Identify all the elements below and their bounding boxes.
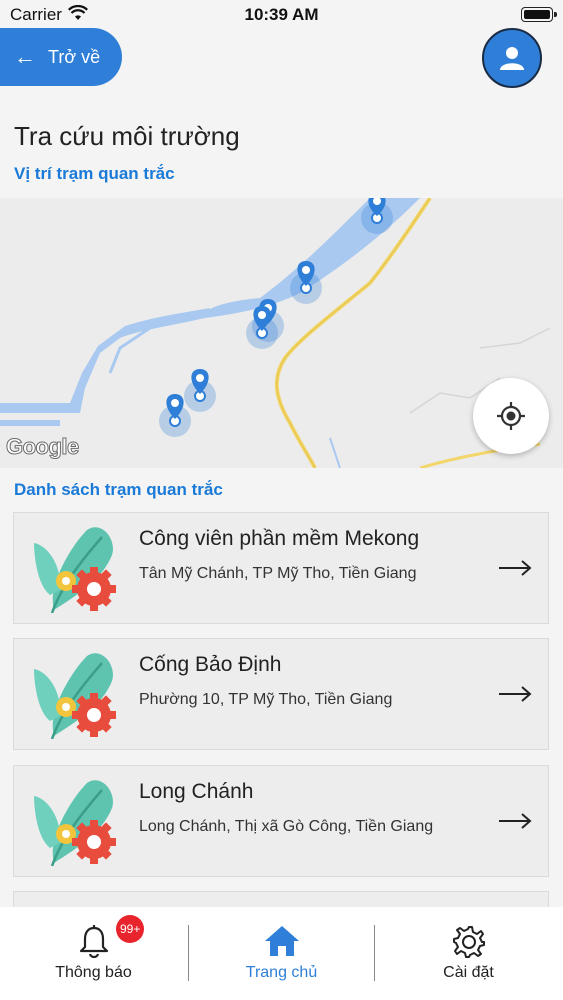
status-bar: Carrier 10:39 AM [0,0,563,30]
tab-label: Thông báo [55,964,132,981]
bell-icon [79,925,108,959]
tab-label: Trang chủ [245,964,318,981]
app-screen: Carrier 10:39 AM ← Trở về Tra cứu môi tr… [0,0,563,1000]
clock: 10:39 AM [244,5,319,24]
station-address: Tân Mỹ Chánh, TP Mỹ Tho, Tiền Giang [139,565,417,582]
list-section-label: Danh sách trạm quan trắc [14,480,223,499]
leaf-gear-icon [34,780,116,866]
user-icon [500,47,524,70]
tab-label: Cài đặt [443,964,494,981]
crosshair-icon [497,402,525,430]
user-avatar-button[interactable] [482,28,542,88]
page-title: Tra cứu môi trường [14,121,240,151]
google-logo: Google [6,434,80,460]
arrow-left-icon: ← [14,44,36,69]
notification-badge: 99+ [116,915,145,943]
leaf-gear-icon [34,527,116,613]
leaf-gear-icon [34,653,116,739]
back-label: Trở về [48,46,101,67]
locate-me-button[interactable] [473,378,549,454]
station-address: Phường 10, TP Mỹ Tho, Tiền Giang [139,691,393,708]
battery-icon [521,7,557,22]
station-card[interactable]: Long Chánh Long Chánh, Thị xã Gò Công, T… [13,765,549,877]
station-name: Cống Bảo Định [139,653,282,676]
station-name: Long Chánh [139,780,254,803]
bottom-tab-bar: 99+ Thông báo Trang chủ Cài đặt [0,907,563,1000]
arrow-right-icon [499,560,532,576]
back-button[interactable]: ← Trở về [0,28,122,86]
tab-settings[interactable]: Cài đặt [375,907,562,1000]
station-map[interactable]: Google [0,198,563,468]
station-card[interactable]: Cống Bảo Định Phường 10, TP Mỹ Tho, Tiền… [13,638,549,750]
gear-icon [452,926,485,958]
home-icon [264,926,299,956]
station-address: Long Chánh, Thị xã Gò Công, Tiền Giang [139,818,434,835]
arrow-right-icon [499,813,532,829]
arrow-right-icon [499,686,532,702]
tab-home[interactable]: Trang chủ [188,907,375,1000]
station-name: Công viên phần mềm Mekong [139,527,420,550]
station-card[interactable]: Công viên phần mềm Mekong Tân Mỹ Chánh, … [13,512,549,624]
tab-notifications[interactable]: 99+ Thông báo [0,907,187,1000]
map-section-label: Vị trí trạm quan trắc [14,164,175,183]
